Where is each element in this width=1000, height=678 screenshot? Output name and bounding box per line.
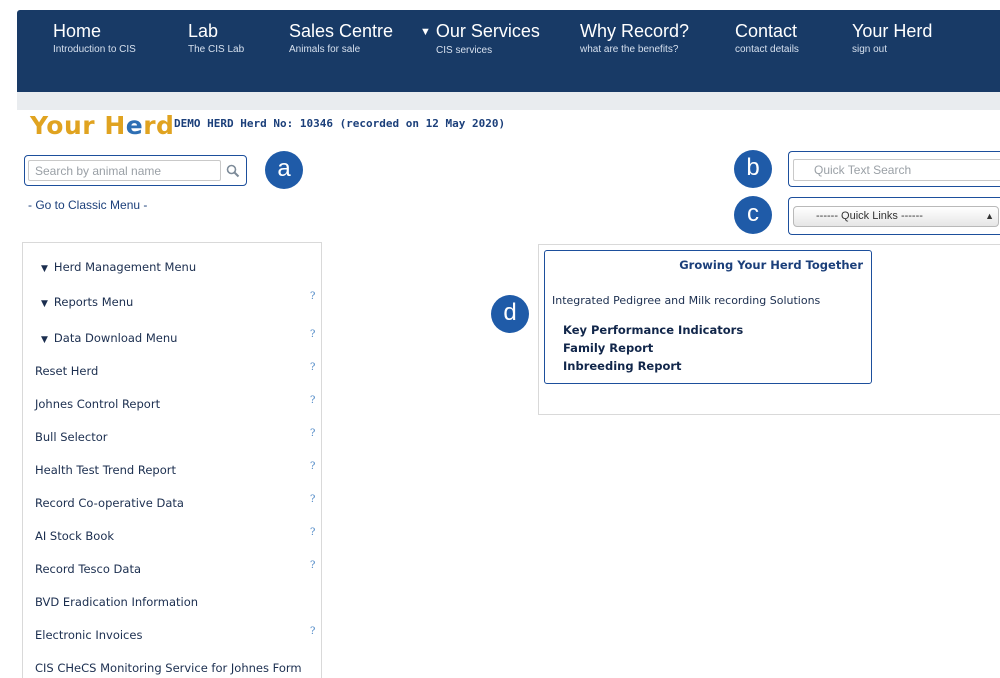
nav-item-home[interactable]: Home Introduction to CIS [53,20,136,57]
nav-item-sales-centre[interactable]: Sales Centre Animals for sale [289,20,393,57]
link-inbreeding-report[interactable]: Inbreeding Report [563,359,682,373]
sidebar-item-data-download[interactable]: ▼ Data Download Menu [41,331,177,345]
sidebar-item-electronic-invoices[interactable]: Electronic Invoices [35,628,142,642]
nav-home-title: Home [53,21,102,41]
sidebar-item-ai-stock-book[interactable]: AI Stock Book [35,529,114,543]
sidebar-item-record-tesco[interactable]: Record Tesco Data [35,562,141,576]
search-icon[interactable] [223,161,243,181]
help-icon[interactable]: ? [310,461,315,472]
panel-subtitle: Integrated Pedigree and Milk recording S… [552,294,821,307]
callout-badge-b: b [734,150,772,188]
help-icon[interactable]: ? [310,395,315,406]
sidebar-item-checs-johnes-form[interactable]: CIS CHeCS Monitoring Service for Johnes … [35,661,302,675]
your-herd-logo: Your Herd [30,111,175,140]
nav-item-lab[interactable]: Lab The CIS Lab [188,20,244,57]
nav-why-subtitle: what are the benefits? [580,44,679,55]
link-family-report[interactable]: Family Report [563,341,653,355]
nav-contact-subtitle: contact details [735,44,799,55]
sidebar-item-health-test-trend[interactable]: Health Test Trend Report [35,463,176,477]
animal-search-input[interactable] [28,160,221,181]
help-icon[interactable]: ? [310,329,315,340]
nav-contact-title: Contact [735,21,798,41]
animal-search-box [24,155,247,186]
nav-sales-title: Sales Centre [289,21,394,41]
nav-why-title: Why Record? [580,21,690,41]
nav-services-title: Our Services [435,21,540,41]
link-key-performance-indicators[interactable]: Key Performance Indicators [563,323,743,337]
select-arrows-icon: ▲ [985,211,994,221]
quick-text-search-input[interactable] [793,159,1000,181]
help-icon[interactable]: ? [310,291,315,302]
triangle-down-icon: ▼ [41,335,48,345]
sidebar-item-bull-selector[interactable]: Bull Selector [35,430,107,444]
sidebar-item-johnes-control[interactable]: Johnes Control Report [35,397,160,411]
quick-links-select[interactable]: ------ Quick Links ------ ▲ [793,206,999,227]
nav-item-why-record[interactable]: Why Record? what are the benefits? [580,20,689,57]
sidebar-menu: ▼ Herd Management Menu ▼ Reports Menu ? ▼ D… [22,242,322,678]
nav-home-subtitle: Introduction to CIS [53,44,136,55]
nav-services-subtitle: CIS services [436,45,493,56]
quick-text-search-box [788,151,1000,187]
nav-item-contact[interactable]: Contact contact details [735,20,799,57]
sidebar-item-reset-herd[interactable]: Reset Herd [35,364,98,378]
triangle-down-icon: ▼ [41,264,48,274]
sidebar-item-herd-management[interactable]: ▼ Herd Management Menu [41,260,196,274]
nav-item-our-services[interactable]: ▼ Our Services CIS services [420,20,540,58]
callout-badge-c: c [734,196,772,234]
top-nav-bar: Home Introduction to CIS Lab The CIS Lab… [17,10,1000,92]
triangle-down-icon: ▼ [41,299,48,309]
quick-links-box: ------ Quick Links ------ ▲ [788,197,1000,235]
nav-lab-title: Lab [188,21,219,41]
nav-yourherd-subtitle: sign out [852,44,888,55]
nav-item-your-herd[interactable]: Your Herd sign out [852,20,932,57]
sidebar-item-record-cooperative[interactable]: Record Co-operative Data [35,496,184,510]
header-divider-band [17,92,1000,110]
help-icon[interactable]: ? [310,428,315,439]
nav-sales-subtitle: Animals for sale [289,44,361,55]
help-icon[interactable]: ? [310,362,315,373]
sidebar-item-reports[interactable]: ▼ Reports Menu [41,295,133,309]
nav-yourherd-title: Your Herd [852,21,933,41]
highlight-panel: Growing Your Herd Together Integrated Pe… [544,250,872,384]
callout-badge-a: a [265,151,303,189]
nav-lab-subtitle: The CIS Lab [188,44,245,55]
help-icon[interactable]: ? [310,626,315,637]
help-icon[interactable]: ? [310,494,315,505]
callout-badge-d: d [491,295,529,333]
panel-title: Growing Your Herd Together [679,258,863,272]
sidebar-item-bvd-eradication[interactable]: BVD Eradication Information [35,595,198,609]
help-icon[interactable]: ? [310,527,315,538]
herd-info-text: DEMO HERD Herd No: 10346 (recorded on 12… [174,117,506,130]
dropdown-caret-icon: ▼ [420,26,431,38]
quick-links-selected: ------ Quick Links ------ [816,210,923,222]
classic-menu-link[interactable]: - Go to Classic Menu - [28,198,147,212]
help-icon[interactable]: ? [310,560,315,571]
